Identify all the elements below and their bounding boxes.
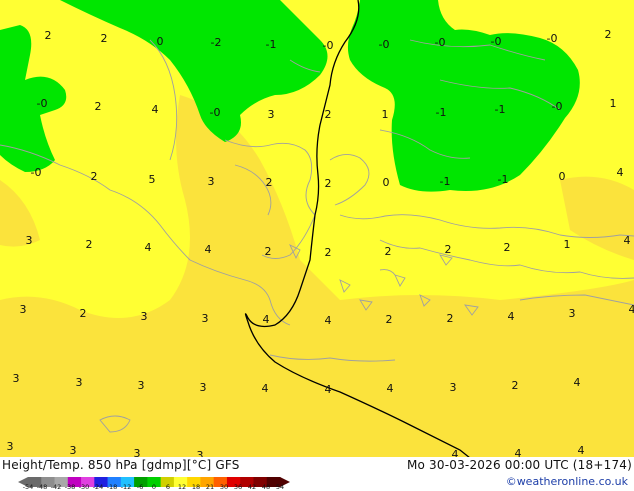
temp-label: 4	[508, 310, 515, 323]
temp-label: 3	[138, 379, 145, 392]
temp-label: 2	[447, 312, 454, 325]
temp-label: 2	[265, 245, 272, 258]
temp-label: 2	[91, 170, 98, 183]
temp-label: -0	[379, 38, 390, 51]
temp-label: -1	[266, 38, 277, 51]
temp-label: 2	[95, 100, 102, 113]
temp-label: 1	[564, 238, 571, 251]
temp-label: 2	[385, 245, 392, 258]
temp-label: -1	[495, 103, 506, 116]
map-footer: Height/Temp. 850 hPa [gdmp][°C] GFS Mo 3…	[0, 457, 634, 490]
temp-label: -1	[440, 175, 451, 188]
temp-label: 4	[387, 382, 394, 395]
temp-label: -0	[435, 36, 446, 49]
temp-label: 3	[569, 307, 576, 320]
temp-label: 2	[325, 108, 332, 121]
temp-label: 2	[504, 241, 511, 254]
temp-label: 4	[145, 241, 152, 254]
temp-label: 3	[76, 376, 83, 389]
temp-label: 2	[325, 246, 332, 259]
temp-label: 2	[101, 32, 108, 45]
temp-label: 4	[262, 382, 269, 395]
temp-label: 2	[325, 177, 332, 190]
temp-label: -0	[210, 106, 221, 119]
temp-label: -0	[323, 39, 334, 52]
temp-label: 4	[624, 234, 631, 247]
temp-label: 3	[13, 372, 20, 385]
temp-label: 3	[202, 312, 209, 325]
temp-label: 3	[268, 108, 275, 121]
temp-label: 3	[20, 303, 27, 316]
temp-label: -0	[547, 32, 558, 45]
temp-label: 2	[86, 238, 93, 251]
temp-label: 2	[605, 28, 612, 41]
temp-label: 4	[574, 376, 581, 389]
temp-label: 0	[559, 170, 566, 183]
temp-label: 2	[386, 313, 393, 326]
temp-label: 2	[80, 307, 87, 320]
temp-label: 4	[263, 313, 270, 326]
temp-label: 4	[205, 243, 212, 256]
credit-link[interactable]: ©weatheronline.co.uk	[506, 475, 628, 488]
temp-label: 2	[512, 379, 519, 392]
temp-label: 3	[70, 444, 77, 457]
color-scale-bar	[18, 472, 290, 482]
temp-label: 4	[325, 383, 332, 396]
temp-label: 3	[208, 175, 215, 188]
temperature-map: 2 2 0 -2 -1 -0 -0 -0 -0 -0 2 -0 2 4 -0 3…	[0, 0, 634, 458]
map-title: Height/Temp. 850 hPa [gdmp][°C] GFS	[2, 458, 240, 472]
temp-label: 4	[617, 166, 624, 179]
temp-label: -1	[498, 173, 509, 186]
temp-label: 4	[578, 444, 585, 457]
temp-label: 4	[152, 103, 159, 116]
weather-map-frame: { "title": "Height/Temp. 850 hPa [gdmp][…	[0, 0, 634, 490]
temp-label: -0	[31, 166, 42, 179]
temp-label: 4	[629, 303, 634, 316]
temp-label: 3	[141, 310, 148, 323]
temp-label: 2	[45, 29, 52, 42]
temp-label: 1	[382, 108, 389, 121]
temp-label: 3	[200, 381, 207, 394]
temp-label: -1	[436, 106, 447, 119]
temp-label: 1	[610, 97, 617, 110]
temp-label: -2	[211, 36, 222, 49]
temp-label: 2	[266, 176, 273, 189]
temp-label: 2	[445, 243, 452, 256]
temp-label: -0	[37, 97, 48, 110]
temp-label: -0	[552, 100, 563, 113]
temp-label: 0	[383, 176, 390, 189]
temp-label: 3	[450, 381, 457, 394]
temp-label: 5	[149, 173, 156, 186]
temp-label: 3	[26, 234, 33, 247]
temp-label: 4	[325, 314, 332, 327]
temp-label: 0	[157, 35, 164, 48]
temp-label: 3	[7, 440, 14, 453]
valid-time: Mo 30-03-2026 00:00 UTC (18+174)	[407, 458, 632, 472]
temp-label: -0	[491, 35, 502, 48]
